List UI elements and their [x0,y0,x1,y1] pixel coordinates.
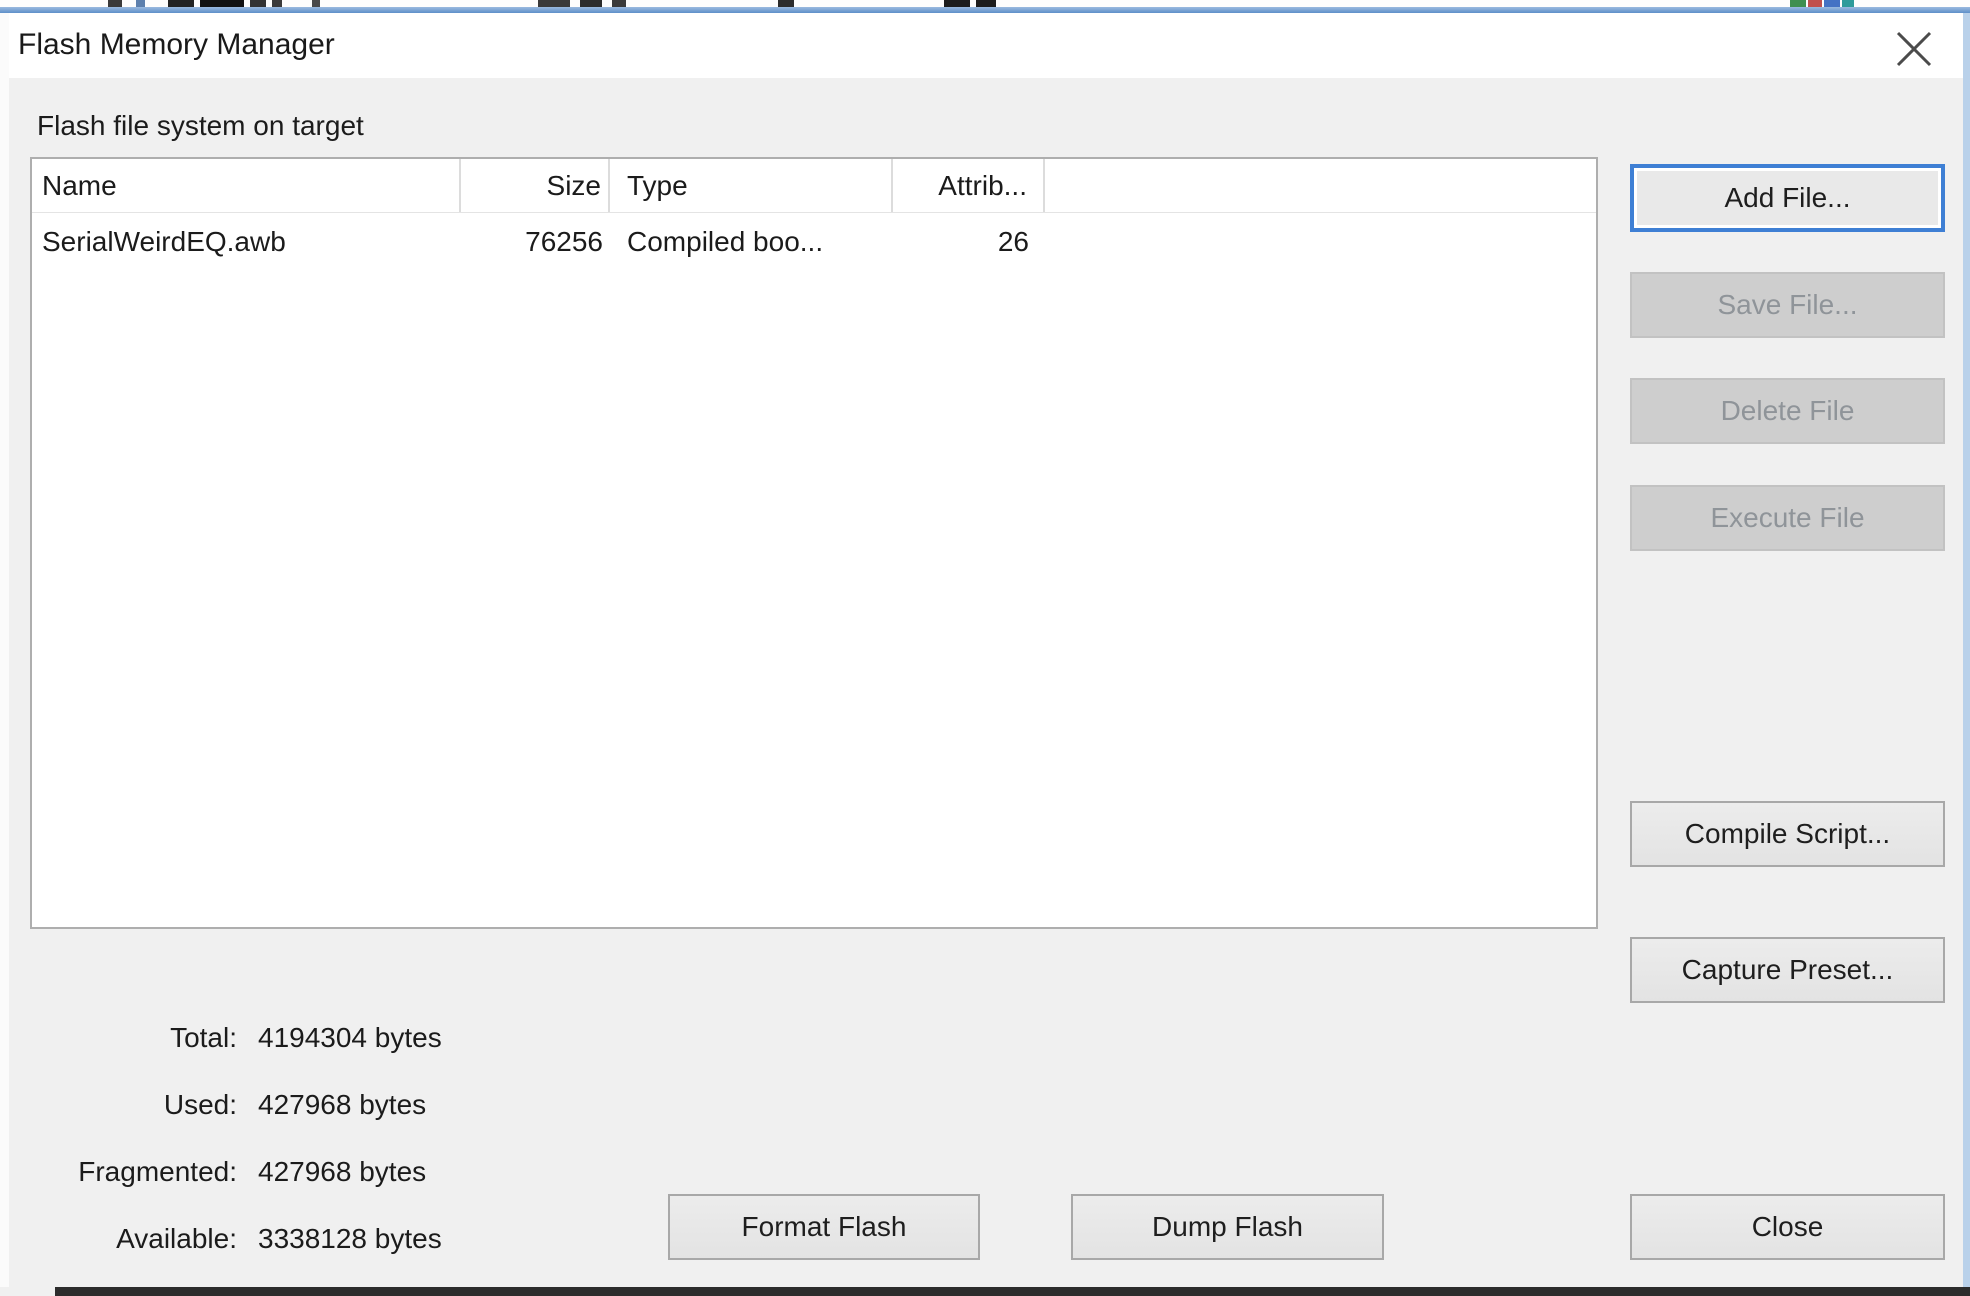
close-icon [1895,31,1933,67]
execute-file-button: Execute File [1630,485,1945,551]
file-attrib-cell: 26 [893,219,1029,265]
background-window-fragment [944,0,970,7]
stat-value-available: 3338128 bytes [258,1223,442,1255]
background-window-fragment [778,0,794,7]
save-file-button: Save File... [1630,272,1945,338]
background-window-fragment [976,0,996,7]
flash-memory-manager-dialog: Flash Memory Manager Flash file system o… [0,0,1970,1296]
stat-value-fragmented: 427968 bytes [258,1156,426,1188]
group-label: Flash file system on target [37,110,364,142]
column-header-size[interactable]: Size [461,159,610,212]
window-left-border [0,13,9,1287]
stat-value-total: 4194304 bytes [258,1022,442,1054]
close-window-button[interactable] [1884,23,1944,75]
stat-row-fragmented: Fragmented: 427968 bytes [20,1156,660,1196]
background-window-fragment [250,0,266,7]
add-file-button[interactable]: Add File... [1630,164,1945,232]
background-window-fragment [612,0,626,7]
file-name-cell: SerialWeirdEQ.awb [42,219,286,265]
background-window-fragment [108,0,122,7]
file-list: Name Size Type Attrib... SerialWeirdEQ.a… [30,157,1598,929]
background-window-fragment [312,0,320,7]
stat-label-fragmented: Fragmented: [20,1156,237,1188]
background-window-fragment [200,0,244,7]
compile-script-button[interactable]: Compile Script... [1630,801,1945,867]
window-title: Flash Memory Manager [18,28,335,62]
background-window-fragment [1790,0,1806,7]
stat-row-available: Available: 3338128 bytes [20,1223,660,1263]
stat-label-total: Total: [20,1022,237,1054]
delete-file-button: Delete File [1630,378,1945,444]
stat-value-used: 427968 bytes [258,1089,426,1121]
stat-row-total: Total: 4194304 bytes [20,1022,660,1062]
dump-flash-button[interactable]: Dump Flash [1071,1194,1384,1260]
background-window-fragment [136,0,145,7]
close-button[interactable]: Close [1630,1194,1945,1260]
column-header-type[interactable]: Type [610,159,893,212]
file-list-header: Name Size Type Attrib... [32,159,1596,213]
background-window-fragment [1824,0,1840,7]
file-size-cell: 76256 [461,219,603,265]
title-bar: Flash Memory Manager [0,13,1970,78]
window-right-border [1963,13,1970,1287]
background-window-fragment [1808,0,1822,7]
stat-row-used: Used: 427968 bytes [20,1089,660,1129]
window-bottom-edge [55,1287,1970,1296]
stat-label-available: Available: [20,1223,237,1255]
background-window-strip [0,0,1970,7]
background-window-fragment [580,0,602,7]
file-type-cell: Compiled boo... [627,219,823,265]
file-row[interactable]: SerialWeirdEQ.awb 76256 Compiled boo... … [32,219,1596,265]
column-header-attrib[interactable]: Attrib... [893,159,1045,212]
column-header-name[interactable]: Name [32,159,461,212]
format-flash-button[interactable]: Format Flash [668,1194,980,1260]
stat-label-used: Used: [20,1089,237,1121]
background-window-fragment [1842,0,1854,7]
background-window-fragment [538,0,570,7]
background-window-fragment [168,0,194,7]
background-window-fragment [272,0,282,7]
capture-preset-button[interactable]: Capture Preset... [1630,937,1945,1003]
